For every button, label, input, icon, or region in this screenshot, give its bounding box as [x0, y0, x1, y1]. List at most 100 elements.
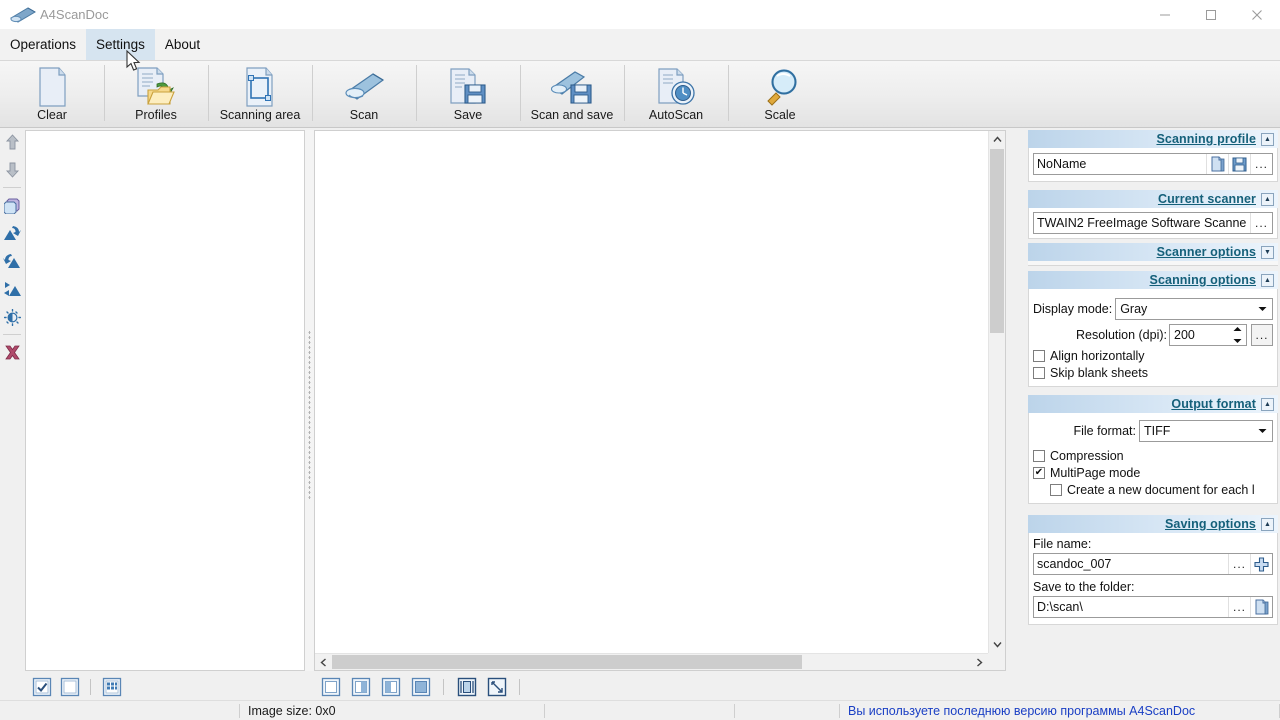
- stepper-arrows[interactable]: [1230, 326, 1244, 344]
- current-scanner-field[interactable]: ...: [1033, 212, 1273, 234]
- scroll-up-arrow[interactable]: [989, 131, 1006, 148]
- toolbar-button-profiles[interactable]: Profiles: [104, 61, 208, 127]
- collapse-toggle-icon[interactable]: ▲: [1261, 274, 1274, 287]
- multipage-mode-row[interactable]: MultiPage mode: [1033, 466, 1273, 480]
- toolbar-button-scan-and-save[interactable]: Scan and save: [520, 61, 624, 127]
- resolution-stepper[interactable]: 200: [1169, 324, 1247, 346]
- fit-width-button[interactable]: [456, 677, 477, 698]
- toolbar-button-autoscan[interactable]: AutoScan: [624, 61, 728, 127]
- select-none-checkbox[interactable]: [59, 677, 80, 698]
- flip-icon[interactable]: [0, 275, 24, 303]
- main-toolbar: Clear Profiles: [0, 61, 1280, 128]
- image-canvas[interactable]: [314, 130, 1006, 671]
- rotate-left-icon[interactable]: [0, 219, 24, 247]
- compression-row[interactable]: Compression: [1033, 449, 1273, 463]
- toolbar-button-scanning-area[interactable]: Scanning area: [208, 61, 312, 127]
- toolbar-button-save[interactable]: Save: [416, 61, 520, 127]
- vertical-scroll-thumb[interactable]: [990, 149, 1004, 333]
- section-header-scanning-options[interactable]: Scanning options ▲: [1028, 271, 1278, 289]
- move-down-icon[interactable]: [0, 156, 24, 184]
- create-new-document-checkbox[interactable]: [1050, 484, 1062, 496]
- toolbar-button-label: Clear: [37, 109, 67, 122]
- horizontal-scrollbar[interactable]: [315, 653, 988, 670]
- vertical-scrollbar[interactable]: [988, 131, 1005, 653]
- toolbar-button-scan[interactable]: Scan: [312, 61, 416, 127]
- section-header-current-scanner[interactable]: Current scanner ▲: [1028, 190, 1278, 208]
- delete-page-icon[interactable]: [0, 338, 24, 366]
- splitter-grip[interactable]: [308, 330, 311, 500]
- close-button[interactable]: [1234, 0, 1280, 29]
- thumbnail-pane[interactable]: [25, 130, 305, 671]
- folder-browse-button[interactable]: [1250, 597, 1272, 617]
- skip-blank-sheets-checkbox[interactable]: [1033, 367, 1045, 379]
- status-message[interactable]: Вы используете последнюю версию программ…: [840, 701, 1280, 720]
- settings-panel: Scanning profile ▲: [1026, 130, 1280, 702]
- fit-page-button[interactable]: [486, 677, 507, 698]
- view-two-page-left-button[interactable]: [350, 677, 371, 698]
- menu-item-label: Operations: [10, 37, 76, 52]
- view-single-page-button[interactable]: [320, 677, 341, 698]
- display-mode-select[interactable]: Gray: [1115, 298, 1273, 320]
- file-name-more-button[interactable]: ...: [1228, 554, 1250, 574]
- open-profile-button[interactable]: [1206, 154, 1228, 174]
- pane-splitter[interactable]: [305, 130, 314, 671]
- skip-blank-sheets-row[interactable]: Skip blank sheets: [1033, 366, 1273, 380]
- folder-input[interactable]: [1034, 597, 1228, 617]
- scanned-page-view[interactable]: [315, 131, 988, 653]
- file-name-field[interactable]: ...: [1033, 553, 1273, 575]
- resolution-more-button[interactable]: ...: [1251, 324, 1273, 346]
- file-name-add-button[interactable]: [1250, 554, 1272, 574]
- section-header-scanner-options[interactable]: Scanner options ▼: [1028, 243, 1278, 261]
- folder-more-button[interactable]: ...: [1228, 597, 1250, 617]
- menu-item-settings[interactable]: Settings: [86, 29, 155, 60]
- collapse-toggle-icon[interactable]: ▲: [1261, 193, 1274, 206]
- file-name-input[interactable]: [1034, 554, 1228, 574]
- menu-item-operations[interactable]: Operations: [0, 29, 86, 60]
- save-profile-button[interactable]: [1228, 154, 1250, 174]
- chevron-down-icon[interactable]: [1254, 301, 1270, 317]
- scanning-profile-input[interactable]: [1034, 154, 1206, 174]
- status-message-text: Вы используете последнюю версию программ…: [848, 704, 1195, 718]
- brightness-icon[interactable]: [0, 303, 24, 331]
- current-scanner-input[interactable]: [1034, 213, 1250, 233]
- select-all-checkbox[interactable]: [31, 677, 52, 698]
- chevron-down-icon[interactable]: [1254, 423, 1270, 439]
- toolbar-button-clear[interactable]: Clear: [0, 61, 104, 127]
- toolbar-button-scale[interactable]: Scale: [728, 61, 832, 127]
- align-horizontally-checkbox[interactable]: [1033, 350, 1045, 362]
- horizontal-scroll-thumb[interactable]: [332, 655, 802, 669]
- scroll-down-arrow[interactable]: [989, 636, 1006, 653]
- move-up-icon[interactable]: [0, 128, 24, 156]
- collapse-toggle-icon[interactable]: ▲: [1261, 133, 1274, 146]
- toolbar-button-label: Scanning area: [220, 109, 301, 122]
- status-image-size: Image size: 0x0: [240, 701, 545, 720]
- window-controls: [1142, 0, 1280, 29]
- maximize-button[interactable]: [1188, 0, 1234, 29]
- folder-field[interactable]: ...: [1033, 596, 1273, 618]
- status-cell-4: [735, 701, 840, 720]
- expand-toggle-icon[interactable]: ▼: [1261, 246, 1274, 259]
- scroll-right-arrow[interactable]: [971, 654, 988, 671]
- multipage-mode-checkbox[interactable]: [1033, 467, 1045, 479]
- section-gap: [1026, 182, 1280, 190]
- section-header-scanning-profile[interactable]: Scanning profile ▲: [1028, 130, 1278, 148]
- profile-more-button[interactable]: ...: [1250, 154, 1272, 174]
- section-header-output-format[interactable]: Output format ▲: [1028, 395, 1278, 413]
- create-new-document-row[interactable]: Create a new document for each l: [1050, 483, 1273, 497]
- scroll-left-arrow[interactable]: [315, 654, 332, 671]
- scanning-profile-field[interactable]: ...: [1033, 153, 1273, 175]
- scanner-more-button[interactable]: ...: [1250, 213, 1272, 233]
- section-header-saving-options[interactable]: Saving options ▲: [1028, 515, 1278, 533]
- copy-page-icon[interactable]: [0, 191, 24, 219]
- menu-item-about[interactable]: About: [155, 29, 210, 60]
- collapse-toggle-icon[interactable]: ▲: [1261, 518, 1274, 531]
- thumbnail-grid-view-button[interactable]: [101, 677, 122, 698]
- align-horizontally-row[interactable]: Align horizontally: [1033, 349, 1273, 363]
- minimize-button[interactable]: [1142, 0, 1188, 29]
- compression-checkbox[interactable]: [1033, 450, 1045, 462]
- file-format-select[interactable]: TIFF: [1139, 420, 1273, 442]
- rotate-right-icon[interactable]: [0, 247, 24, 275]
- view-fill-button[interactable]: [410, 677, 431, 698]
- view-two-page-right-button[interactable]: [380, 677, 401, 698]
- collapse-toggle-icon[interactable]: ▲: [1261, 398, 1274, 411]
